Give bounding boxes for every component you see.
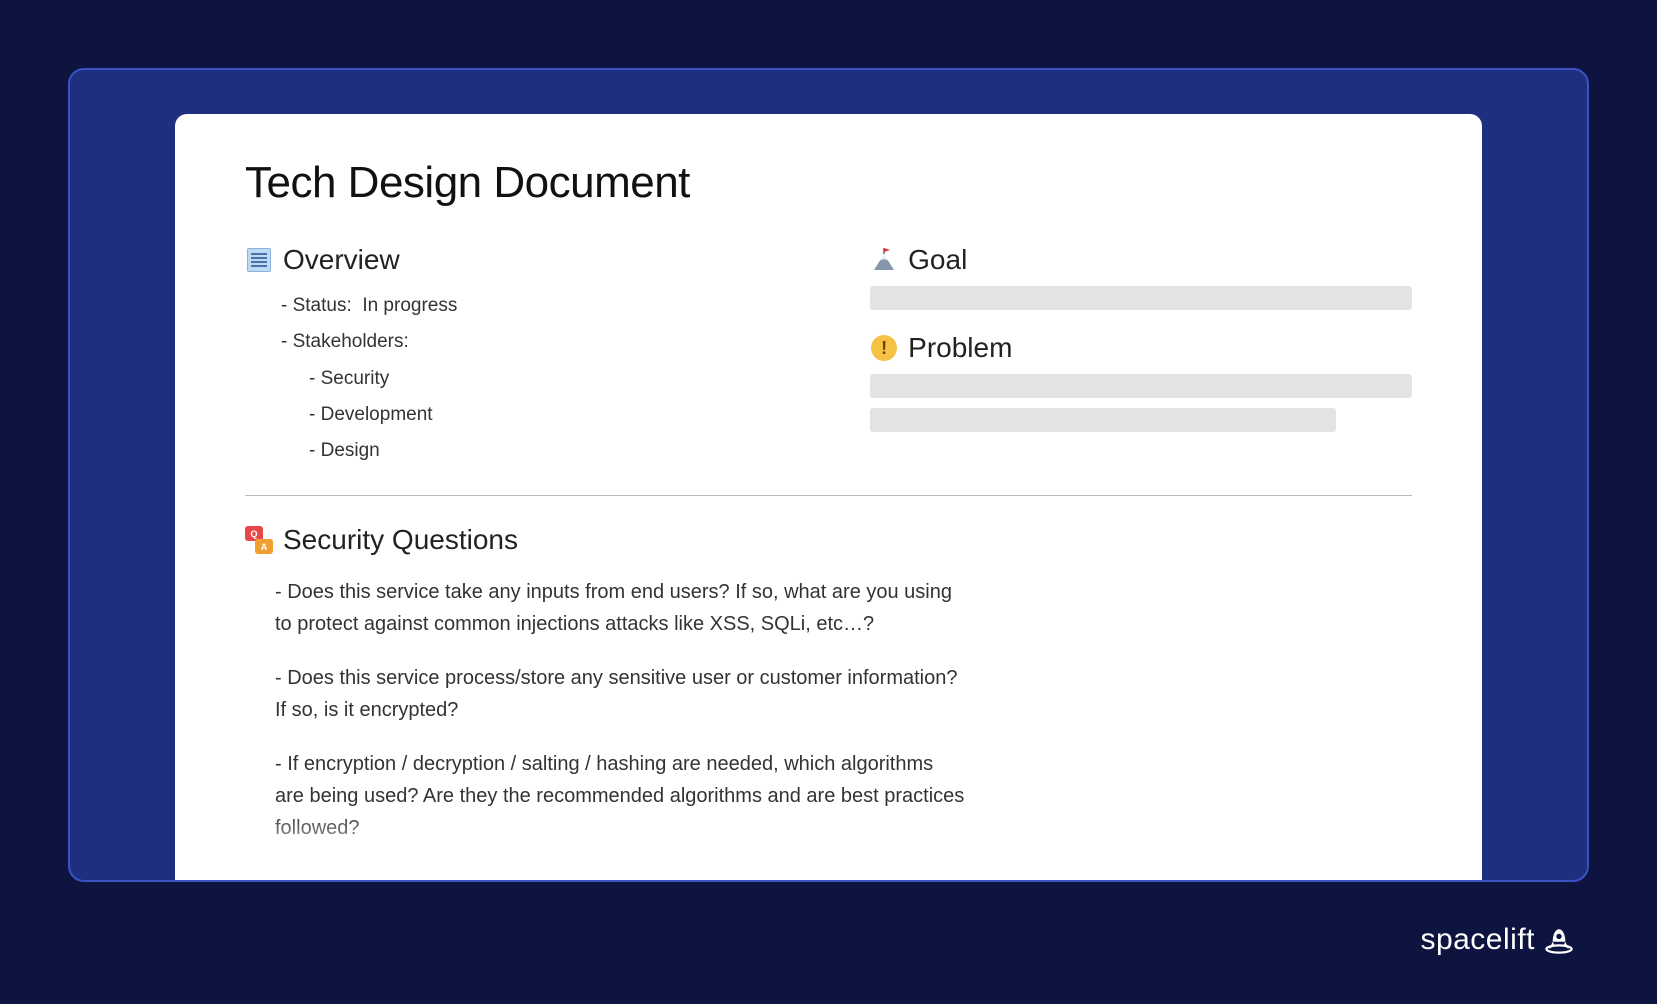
stakeholders-label: - Stakeholders: — [281, 326, 770, 358]
mountain-flag-icon — [870, 246, 898, 274]
problem-header: ! Problem — [870, 332, 1412, 364]
overview-header: Overview — [245, 244, 770, 276]
slide-frame: Tech Design Document Overview - Status: … — [68, 68, 1589, 882]
document-icon — [245, 246, 273, 274]
document-card: Tech Design Document Overview - Status: … — [175, 114, 1482, 880]
status-row: - Status: In progress — [281, 290, 770, 322]
section-divider — [245, 495, 1412, 496]
goal-title: Goal — [908, 244, 967, 276]
stakeholders-list: - Security - Development - Design — [281, 363, 770, 468]
goal-problem-column: Goal ! Problem — [870, 244, 1412, 471]
overview-column: Overview - Status: In progress - Stakeho… — [245, 244, 770, 471]
question-list: - Does this service take any inputs from… — [245, 576, 965, 844]
security-questions-title: Security Questions — [283, 524, 518, 556]
overview-title: Overview — [283, 244, 400, 276]
brand-name: spacelift — [1420, 923, 1535, 957]
overview-fields: - Status: In progress - Stakeholders: - … — [245, 290, 770, 467]
goal-placeholder — [870, 286, 1412, 310]
goal-block: Goal — [870, 244, 1412, 310]
document-title: Tech Design Document — [245, 158, 1412, 208]
status-value: In progress — [362, 295, 457, 316]
security-questions-header: Q A Security Questions — [245, 524, 1412, 556]
stakeholder-item: - Design — [309, 435, 770, 467]
status-label: - Status: — [281, 295, 352, 316]
brand-logo: spacelift — [1420, 922, 1577, 958]
problem-block: ! Problem — [870, 332, 1412, 432]
two-column-layout: Overview - Status: In progress - Stakeho… — [245, 244, 1412, 471]
stakeholder-item: - Security — [309, 363, 770, 395]
question-item: - Does this service take any inputs from… — [275, 576, 965, 640]
problem-placeholder-1 — [870, 374, 1412, 398]
question-item: - If encryption / decryption / salting /… — [275, 748, 965, 844]
warning-icon: ! — [870, 334, 898, 362]
goal-header: Goal — [870, 244, 1412, 276]
security-questions-section: Q A Security Questions - Does this servi… — [245, 524, 1412, 844]
qa-icon: Q A — [245, 526, 273, 554]
stakeholder-item: - Development — [309, 399, 770, 431]
rocket-icon — [1541, 922, 1577, 958]
problem-title: Problem — [908, 332, 1012, 364]
question-item: - Does this service process/store any se… — [275, 662, 965, 726]
problem-placeholder-2 — [870, 408, 1336, 432]
